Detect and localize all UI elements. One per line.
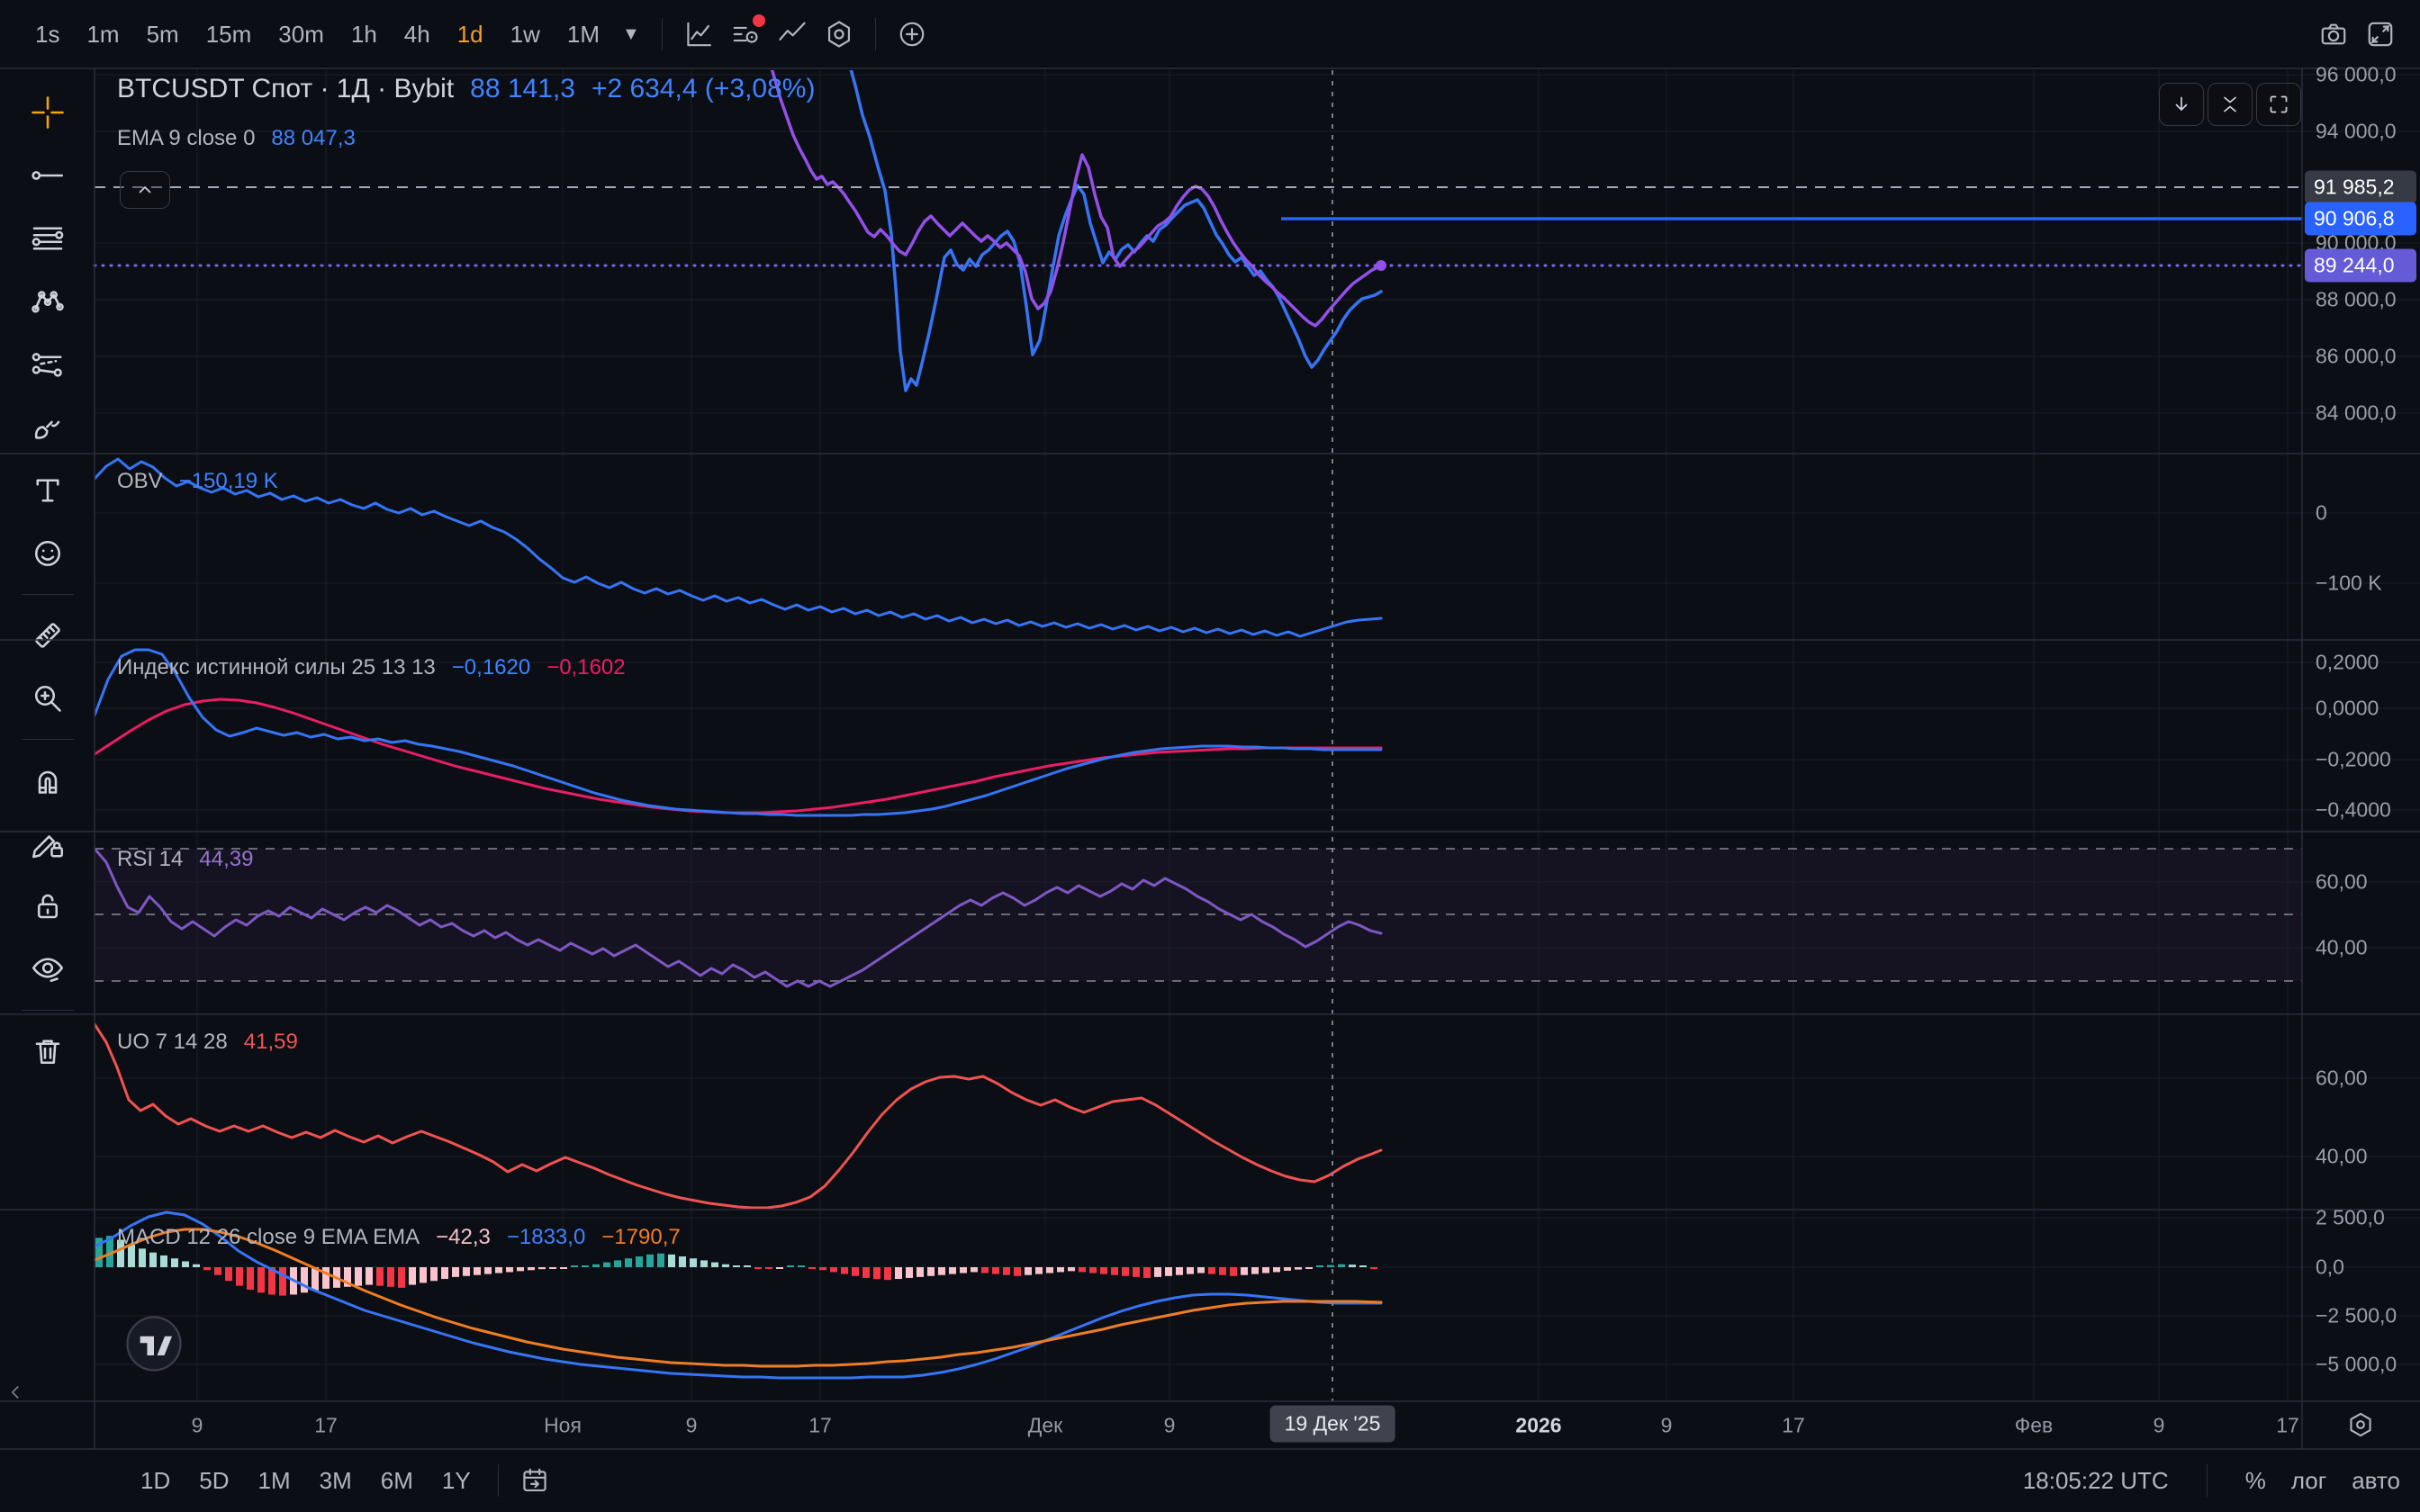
tsi-signal-line xyxy=(95,699,1381,813)
axis-label: 86 000,0 xyxy=(2316,345,2397,369)
rsi-legend-title[interactable]: RSI 14 xyxy=(117,847,183,872)
uo-legend: UO 7 14 28 41,59 xyxy=(117,1030,298,1055)
tsi-legend-value-0: −0,1620 xyxy=(452,655,530,680)
arrow-down-icon xyxy=(2169,92,2194,117)
price-badge: 91 985,2 xyxy=(2305,171,2416,204)
time-label: 9 xyxy=(1164,1414,1176,1438)
rsi-legend-value-0: 44,39 xyxy=(199,847,253,872)
time-label: 17 xyxy=(808,1414,832,1438)
last-price: 88 141,3 xyxy=(470,74,575,104)
time-label: 9 xyxy=(192,1414,203,1438)
axis-label: 94 000,0 xyxy=(2316,120,2397,144)
symbol-legend: BTCUSDT Спот · 1Д · Bybit 88 141,3 +2 63… xyxy=(117,74,815,104)
axis-label: −2 500,0 xyxy=(2316,1304,2397,1328)
macd-legend-value-1: −1833,0 xyxy=(507,1225,585,1250)
axis-label: 40,00 xyxy=(2316,936,2368,960)
time-label: 17 xyxy=(1782,1414,1805,1438)
axis-label: 0,0000 xyxy=(2316,697,2379,721)
scroll-left-chevron-icon[interactable] xyxy=(2,1379,29,1406)
price-line xyxy=(847,56,1381,391)
macd-legend: MACD 12 26 close 9 EMA EMA −42,3 −1833,0 −1… xyxy=(117,1225,681,1250)
axis-label: 60,00 xyxy=(2316,870,2368,895)
compare-line xyxy=(768,56,1381,326)
macd-legend-title[interactable]: MACD 12 26 close 9 EMA EMA xyxy=(117,1225,420,1250)
ema-label[interactable]: EMA 9 close 0 xyxy=(117,126,255,151)
gear-icon xyxy=(2345,1409,2376,1440)
ema-value: 88 047,3 xyxy=(271,126,355,151)
axis-label: 84 000,0 xyxy=(2316,401,2397,426)
time-label: Дек xyxy=(1028,1414,1062,1438)
rsi-legend: RSI 14 44,39 xyxy=(117,847,253,872)
axis-label: 40,00 xyxy=(2316,1145,2368,1169)
uo-legend-value-0: 41,59 xyxy=(244,1030,298,1055)
time-label: 9 xyxy=(1661,1414,1673,1438)
obv-legend-value-0: −150,19 K xyxy=(179,469,278,494)
time-label: Ноя xyxy=(544,1414,582,1438)
axis-label: 2 500,0 xyxy=(2316,1206,2385,1230)
time-label: 9 xyxy=(686,1414,698,1438)
axis-label: −100 K xyxy=(2316,572,2382,596)
time-label: 17 xyxy=(2276,1414,2299,1438)
obv-legend-title[interactable]: OBV xyxy=(117,469,163,494)
time-label: 2026 xyxy=(1515,1414,1561,1438)
tsi-legend-value-1: −0,1602 xyxy=(546,655,625,680)
pane-collapse-button[interactable] xyxy=(2208,83,2253,126)
uo-legend-title[interactable]: UO 7 14 28 xyxy=(117,1030,228,1055)
axis-label: −0,4000 xyxy=(2316,798,2391,823)
time-label: 17 xyxy=(314,1414,338,1438)
chevron-up-icon xyxy=(132,177,158,202)
tsi-legend: Индекс истинной силы 25 13 13 −0,1620 −0,1… xyxy=(117,655,626,680)
price-change: +2 634,4 (+3,08%) xyxy=(591,74,816,104)
pane-maximize-button[interactable] xyxy=(2256,83,2301,126)
axis-label: 0,0 xyxy=(2316,1256,2344,1280)
axis-label: 60,00 xyxy=(2316,1066,2368,1091)
axis-label: 0 xyxy=(2316,501,2327,526)
obv-line xyxy=(95,459,1381,636)
time-label: 9 xyxy=(2154,1414,2165,1438)
ema-legend: EMA 9 close 0 88 047,3 xyxy=(117,126,356,151)
axis-label: 96 000,0 xyxy=(2316,63,2397,87)
tradingview-logo[interactable] xyxy=(124,1314,184,1373)
scales-settings-gear-icon[interactable] xyxy=(2345,1409,2376,1440)
pane-move-down-button[interactable] xyxy=(2159,83,2204,126)
collapse-icon xyxy=(2217,92,2243,117)
chart-canvas[interactable] xyxy=(0,0,2420,1512)
price-badge: 89 244,0 xyxy=(2305,249,2416,283)
obv-legend: OBV −150,19 K xyxy=(117,469,278,494)
time-label: Фев xyxy=(2015,1414,2054,1438)
axis-label: −0,2000 xyxy=(2316,748,2391,772)
axis-label: 88 000,0 xyxy=(2316,288,2397,312)
legend-collapse-button[interactable] xyxy=(120,171,170,209)
crosshair-date-badge: 19 Дек '25 xyxy=(1270,1406,1395,1443)
macd-legend-value-2: −1790,7 xyxy=(601,1225,680,1250)
symbol-title[interactable]: BTCUSDT Спот · 1Д · Bybit xyxy=(117,74,454,104)
tsi-legend-title[interactable]: Индекс истинной силы 25 13 13 xyxy=(117,655,436,680)
maximize-icon xyxy=(2266,92,2291,117)
tradingview-chart-window: 1s1m5m15m30m1h4h1d1w1M ▼ BTCUSDT Спот · … xyxy=(0,0,2420,1512)
axis-label: 0,2000 xyxy=(2316,651,2379,675)
macd-legend-value-0: −42,3 xyxy=(436,1225,491,1250)
chevron-left-icon xyxy=(2,1379,29,1406)
price-badge: 90 906,8 xyxy=(2305,202,2416,236)
axis-label: −5 000,0 xyxy=(2316,1353,2397,1377)
